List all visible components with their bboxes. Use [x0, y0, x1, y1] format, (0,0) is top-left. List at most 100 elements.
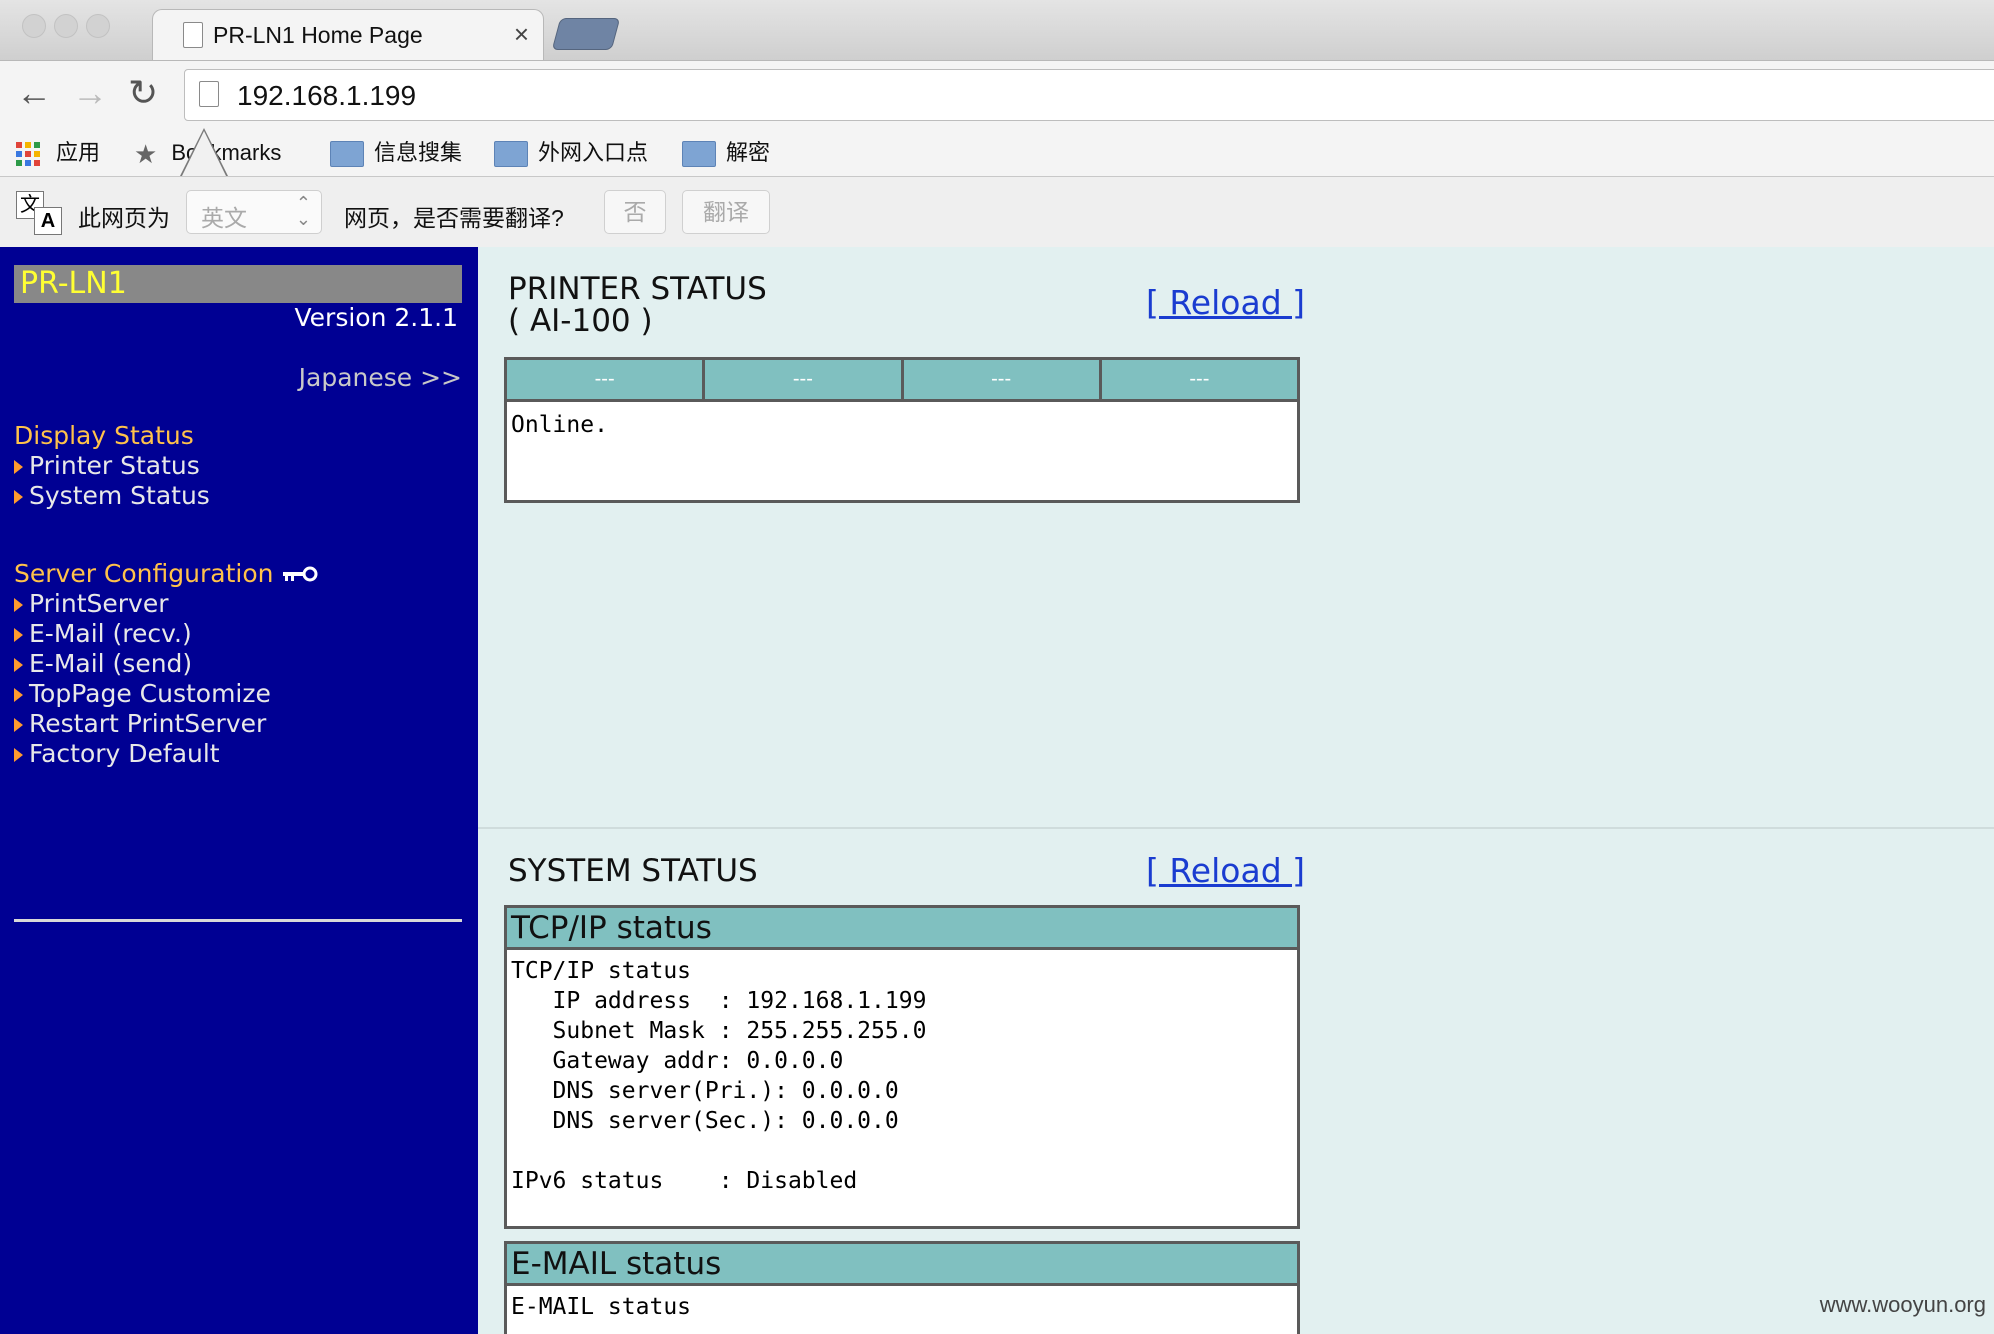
reload-icon[interactable]: ↻: [128, 75, 158, 111]
arrow-icon: [14, 748, 23, 762]
email-status-line: E-MAIL status: [511, 1294, 692, 1320]
bookmark-folder-3[interactable]: 解密: [682, 136, 770, 170]
bookmark-folder-label: 信息搜集: [374, 140, 463, 165]
url-text[interactable]: 192.168.1.199: [237, 80, 416, 112]
arrow-icon: [14, 598, 23, 612]
page-icon: [199, 81, 219, 107]
new-tab-button[interactable]: [551, 18, 621, 50]
tcpip-line: DNS server(Pri.): 0.0.0.0: [511, 1078, 899, 1104]
translate-language-select[interactable]: 英文 ⌃ ⌄: [186, 190, 322, 234]
bookmarks-bar: 应用 ★ Bookmarks 信息搜集 外网入口点 解密: [0, 130, 1994, 176]
sidebar-item-label: System Status: [29, 481, 210, 510]
sidebar-item-system-status[interactable]: System Status: [14, 481, 210, 510]
key-icon: [283, 566, 318, 582]
folder-icon: [494, 141, 528, 168]
select-arrows-icon: ⌃ ⌄: [295, 193, 311, 229]
translate-prefix: 此网页为: [78, 205, 170, 231]
window-close-control[interactable]: [22, 14, 46, 38]
sidebar-item-factory-default[interactable]: Factory Default: [14, 739, 220, 768]
forward-icon[interactable]: →: [72, 75, 108, 111]
tcpip-status-box: TCP/IP status TCP/IP status IP address :…: [504, 905, 1300, 1229]
arrow-icon: [14, 718, 23, 732]
printer-status-title: PRINTER STATUS: [508, 271, 767, 307]
arrow-icon: [14, 658, 23, 672]
apps-grid-icon[interactable]: [16, 142, 42, 166]
bookmark-folder-label: 解密: [726, 140, 771, 165]
arrow-icon: [14, 688, 23, 702]
system-status-title: SYSTEM STATUS: [508, 853, 758, 889]
status-indicator-cell: ---: [507, 360, 706, 399]
tcpip-line: TCP/IP status: [511, 958, 692, 984]
sidebar-item-email-recv[interactable]: E-Mail (recv.): [14, 619, 192, 648]
email-status-header: E-MAIL status: [507, 1244, 1297, 1286]
tcpip-line: IP address : 192.168.1.199: [511, 988, 927, 1014]
brand-title: PR-LN1: [14, 265, 462, 303]
arrow-icon: [14, 628, 23, 642]
window-minimize-control[interactable]: [54, 14, 78, 38]
browser-tab[interactable]: PR-LN1 Home Page ×: [152, 9, 544, 62]
back-icon[interactable]: ←: [16, 75, 52, 111]
sidebar-item-label: TopPage Customize: [29, 679, 271, 708]
browser-tab-strip: PR-LN1 Home Page ×: [0, 0, 1994, 62]
sidebar-item-label: Factory Default: [29, 739, 220, 768]
translate-language-value: 英文: [201, 205, 247, 231]
close-tab-icon[interactable]: ×: [514, 19, 529, 50]
version-text: Version 2.1.1: [294, 303, 459, 332]
server-config-heading: Server Configuration: [14, 559, 319, 588]
server-config-label: Server Configuration: [14, 559, 274, 588]
translate-question: 网页，是否需要翻译?: [344, 205, 564, 231]
folder-icon: [682, 141, 716, 168]
watermark: www.wooyun.org: [1819, 1292, 1986, 1317]
sidebar-item-printer-status[interactable]: Printer Status: [14, 451, 200, 480]
arrow-icon: [14, 460, 23, 474]
printer-status-box: --- --- --- --- Online.: [504, 357, 1300, 503]
system-status-reload-link[interactable]: [ Reload ]: [1146, 851, 1305, 890]
tcpip-line: IPv6 status : Disabled: [511, 1168, 858, 1194]
bookmark-folder-1[interactable]: 信息搜集: [330, 136, 462, 170]
sidebar-item-label: E-Mail (recv.): [29, 619, 192, 648]
translate-bar: 文A 此网页为 英文 ⌃ ⌄ 网页，是否需要翻译? 否 翻译: [0, 176, 1994, 248]
sidebar-divider: [14, 919, 462, 922]
translate-no-button[interactable]: 否: [604, 190, 666, 234]
tcpip-status-lines: TCP/IP status IP address : 192.168.1.199…: [511, 956, 926, 1196]
bookmark-apps[interactable]: 应用: [56, 136, 100, 170]
printer-model: ( AI-100 ): [508, 303, 653, 339]
translate-icon: 文A: [16, 191, 62, 235]
sidebar-item-label: PrintServer: [29, 589, 169, 618]
tcpip-line: Subnet Mask : 255.255.255.0: [511, 1018, 927, 1044]
translate-button[interactable]: 翻译: [682, 190, 770, 234]
status-indicator-cell: ---: [705, 360, 904, 399]
printer-status-indicators: --- --- --- ---: [507, 360, 1297, 402]
japanese-link[interactable]: Japanese >>: [299, 363, 462, 392]
email-status-box: E-MAIL status E-MAIL status: [504, 1241, 1300, 1334]
translate-popup-pointer-inner: [181, 131, 227, 178]
navigation-bar: ← → ↻ 192.168.1.199: [0, 60, 1994, 133]
sidebar-item-label: Printer Status: [29, 451, 200, 480]
sidebar-item-restart-printserver[interactable]: Restart PrintServer: [14, 709, 266, 738]
tab-title: PR-LN1 Home Page: [213, 22, 423, 48]
printer-status-message: Online.: [511, 412, 608, 438]
status-indicator-cell: ---: [903, 360, 1102, 399]
sidebar-item-toppage-customize[interactable]: TopPage Customize: [14, 679, 271, 708]
window-zoom-control[interactable]: [86, 14, 110, 38]
tcpip-status-header: TCP/IP status: [507, 908, 1297, 950]
sidebar-item-printserver[interactable]: PrintServer: [14, 589, 169, 618]
printer-status-reload-link[interactable]: [ Reload ]: [1146, 283, 1305, 322]
tcpip-line: [511, 1136, 926, 1166]
tcpip-line: DNS server(Sec.): 0.0.0.0: [511, 1108, 899, 1134]
page-icon: [183, 22, 203, 48]
sidebar-item-label: Restart PrintServer: [29, 709, 267, 738]
folder-icon: [330, 141, 364, 168]
arrow-icon: [14, 490, 23, 504]
tcpip-line: Gateway addr: 0.0.0.0: [511, 1048, 844, 1074]
bookmark-folder-2[interactable]: 外网入口点: [494, 136, 648, 170]
bookmark-folder-label: 外网入口点: [538, 140, 649, 165]
sidebar: PR-LN1 Version 2.1.1 Japanese >> Display…: [0, 247, 478, 1334]
system-status-section: SYSTEM STATUS [ Reload ] TCP/IP status T…: [478, 829, 1994, 1334]
star-icon: ★: [134, 139, 158, 170]
address-bar[interactable]: 192.168.1.199: [184, 69, 1994, 121]
status-indicator-cell: ---: [1101, 360, 1297, 399]
sidebar-item-label: E-Mail (send): [29, 649, 193, 678]
sidebar-item-email-send[interactable]: E-Mail (send): [14, 649, 192, 678]
display-status-heading: Display Status: [14, 421, 194, 450]
